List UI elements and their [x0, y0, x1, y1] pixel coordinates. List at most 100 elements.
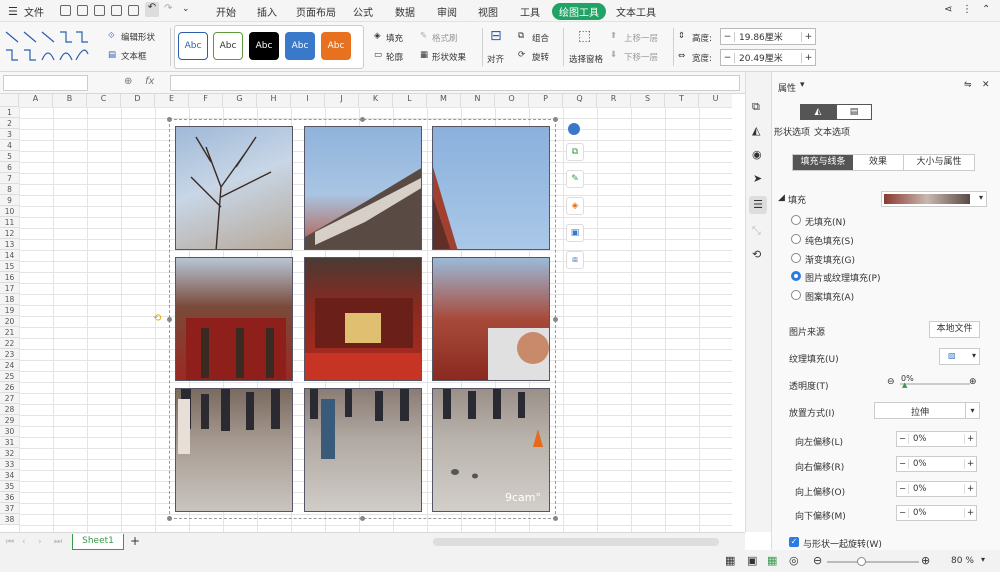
row-header[interactable]: 32	[0, 448, 19, 459]
shape-styles-icon[interactable]: ⧉	[566, 143, 584, 161]
height-stepper[interactable]: − 19.86厘米 +	[720, 28, 816, 45]
group-button[interactable]: 组合	[532, 32, 549, 44]
column-header[interactable]: H	[257, 94, 291, 107]
spreadsheet-grid[interactable]: ABCDEFGHIJKLMNOPQRSTU 1 2 3 4 5 6 7 8 9 10 11 12 13 1…	[0, 94, 732, 532]
row-header[interactable]: 1	[0, 107, 19, 118]
row-header[interactable]: 17	[0, 283, 19, 294]
column-header[interactable]: S	[631, 94, 665, 107]
width-minus[interactable]: −	[721, 52, 735, 63]
row-header[interactable]: 18	[0, 294, 19, 305]
zoom-slider-thumb[interactable]	[857, 557, 866, 566]
style-outline-blue[interactable]: Abc	[178, 32, 208, 60]
placement-dropdown[interactable]: 拉伸 ▾	[874, 402, 980, 419]
tab-formula[interactable]: 公式	[353, 4, 373, 19]
transparency-thumb[interactable]: ▲	[902, 381, 907, 389]
row-header[interactable]: 22	[0, 338, 19, 349]
row-header[interactable]: 37	[0, 503, 19, 514]
shape-options-tab-icon[interactable]: ◭	[800, 104, 836, 120]
shape-effect-button[interactable]: 形状效果	[432, 51, 466, 63]
bring-forward-button[interactable]: 上移一层	[624, 32, 658, 44]
transparency-slider[interactable]	[900, 383, 970, 385]
row-header[interactable]: 23	[0, 349, 19, 360]
column-header[interactable]: T	[665, 94, 699, 107]
page-layout-view-icon[interactable]: ▣	[747, 554, 757, 567]
row-header[interactable]: 19	[0, 305, 19, 316]
resize-handle[interactable]	[360, 516, 365, 521]
column-header[interactable]: B	[53, 94, 87, 107]
row-header[interactable]: 30	[0, 426, 19, 437]
width-plus[interactable]: +	[801, 52, 815, 63]
row-header[interactable]: 13	[0, 239, 19, 250]
row-header[interactable]: 4	[0, 140, 19, 151]
row-header[interactable]: 21	[0, 327, 19, 338]
resize-handle[interactable]	[167, 117, 172, 122]
row-header[interactable]: 36	[0, 492, 19, 503]
tab-tools[interactable]: 工具	[520, 4, 540, 19]
row-header[interactable]: 38	[0, 514, 19, 525]
zoom-in-icon[interactable]: ⊕	[921, 554, 930, 567]
next-sheet-icon[interactable]: ›	[38, 537, 42, 547]
height-plus[interactable]: +	[801, 31, 815, 42]
align-button[interactable]: 对齐	[487, 53, 504, 65]
page-break-view-icon[interactable]: ▦	[767, 554, 777, 567]
sheet-tab[interactable]: Sheet1	[72, 534, 124, 550]
style-outline-green[interactable]: Abc	[213, 32, 243, 60]
reading-mode-icon[interactable]: ◎	[789, 554, 799, 567]
photo-tile-7[interactable]	[175, 388, 293, 512]
photo-tile-6[interactable]	[432, 257, 550, 381]
fill-preview-dropdown[interactable]: ▾	[881, 191, 987, 207]
resize-handle[interactable]	[167, 317, 172, 322]
subtab-effect[interactable]: 效果	[853, 155, 904, 170]
fill-option-gradient[interactable]	[791, 253, 801, 263]
column-header[interactable]: R	[597, 94, 631, 107]
column-header[interactable]: E	[155, 94, 189, 107]
shape-gallery[interactable]	[4, 28, 94, 66]
local-file-button[interactable]: 本地文件	[929, 321, 980, 338]
row-header[interactable]: 26	[0, 382, 19, 393]
row-header[interactable]: 28	[0, 404, 19, 415]
fill-expand-icon[interactable]: ◢	[778, 193, 785, 203]
history-icon[interactable]: ⟲	[752, 248, 761, 261]
pointer-icon[interactable]: ➤	[753, 172, 762, 185]
row-header[interactable]: 15	[0, 261, 19, 272]
horizontal-scrollbar[interactable]	[433, 538, 719, 546]
column-header[interactable]: F	[189, 94, 223, 107]
fill-button[interactable]: 填充	[386, 32, 403, 44]
shape-options-tab[interactable]: 形状选项	[774, 125, 810, 138]
column-header[interactable]: D	[121, 94, 155, 107]
column-header[interactable]: A	[19, 94, 53, 107]
normal-view-icon[interactable]: ▦	[725, 554, 735, 567]
more-icon[interactable]: ⌄	[182, 4, 190, 14]
hamburger-icon[interactable]: ☰	[8, 5, 18, 18]
transform-icon[interactable]: ⤡	[752, 224, 761, 238]
menu-file[interactable]: 文件	[24, 4, 44, 19]
shape-fill-tool-icon[interactable]: ◈	[566, 197, 584, 215]
open-icon[interactable]	[60, 5, 71, 16]
offset-up-stepper[interactable]: −0% +	[896, 481, 977, 497]
tab-text-tools[interactable]: 文本工具	[616, 4, 656, 19]
text-options-tab-icon[interactable]: ▤	[836, 104, 872, 120]
row-header[interactable]: 27	[0, 393, 19, 404]
resize-handle[interactable]	[167, 516, 172, 521]
text-options-tab[interactable]: 文本选项	[814, 125, 850, 138]
prev-sheet-icon[interactable]: ‹	[22, 537, 26, 547]
photo-tile-4[interactable]	[175, 257, 293, 381]
edit-shape-button[interactable]: 编辑形状	[121, 31, 155, 43]
row-header[interactable]: 8	[0, 184, 19, 195]
resize-handle[interactable]	[553, 117, 558, 122]
subtab-size[interactable]: 大小与属性	[904, 155, 974, 170]
print-icon[interactable]	[111, 5, 122, 16]
row-header[interactable]: 3	[0, 129, 19, 140]
row-header[interactable]: 5	[0, 151, 19, 162]
row-header[interactable]: 31	[0, 437, 19, 448]
photo-tile-1[interactable]	[175, 126, 293, 250]
tab-review[interactable]: 审阅	[437, 4, 457, 19]
save-icon[interactable]	[77, 5, 88, 16]
column-header[interactable]: J	[325, 94, 359, 107]
rotate-with-shape-checkbox[interactable]: ✓	[789, 537, 799, 547]
formula-input[interactable]	[170, 75, 740, 91]
column-header[interactable]: Q	[563, 94, 597, 107]
resize-handle[interactable]	[553, 516, 558, 521]
shape-arrange-tool-icon[interactable]: ⧈	[566, 251, 584, 269]
zoom-level[interactable]: 80 %	[951, 556, 974, 566]
